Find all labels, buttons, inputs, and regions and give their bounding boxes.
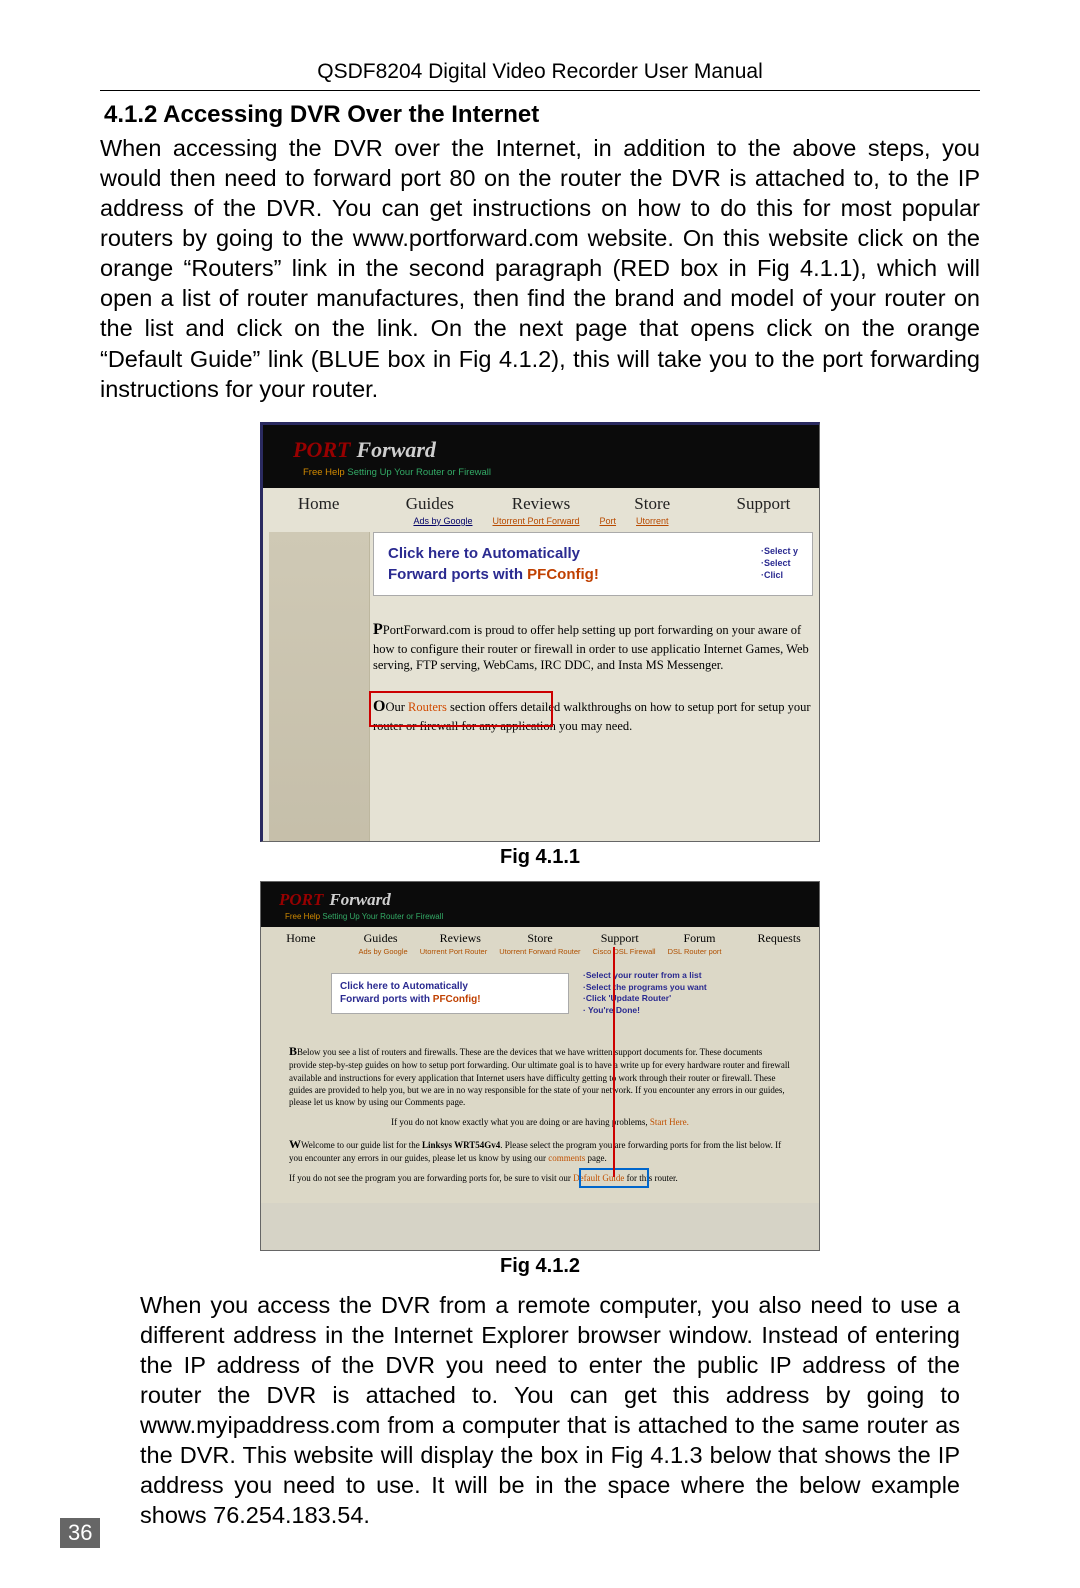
figure-4-1-1: PORT Forward Free Help Setting Up Your R… bbox=[260, 422, 820, 869]
promo-line-1: Click here to Automatically bbox=[388, 545, 580, 562]
paragraph-2: When you access the DVR from a remote co… bbox=[140, 1290, 960, 1531]
nav2-support[interactable]: Support bbox=[580, 931, 660, 946]
pf-tagline: Free Help Setting Up Your Router or Fire… bbox=[263, 467, 819, 488]
page-number: 36 bbox=[60, 1518, 100, 1548]
sub2-1[interactable]: Utorrent Port Router bbox=[420, 947, 488, 956]
pf2-t2a: If you do not know exactly what you are … bbox=[391, 1117, 650, 1127]
nav-home[interactable]: Home bbox=[263, 494, 374, 514]
pf-logo: PORT Forward bbox=[263, 425, 819, 467]
pf-tag-rest: Setting Up Your Router or Firewall bbox=[347, 467, 491, 478]
pf2-router-model: Linksys WRT54Gv4 bbox=[422, 1140, 500, 1150]
pf2-steps: ·Select your router from a list ·Select … bbox=[583, 970, 707, 1018]
fig-4-1-2-screenshot: PORT Forward Free Help Setting Up Your R… bbox=[260, 881, 820, 1251]
pf-logo-port: PORT bbox=[293, 437, 350, 463]
pf2-logo-forward: Forward bbox=[329, 890, 390, 910]
fig-4-1-1-screenshot: PORT Forward Free Help Setting Up Your R… bbox=[260, 422, 820, 842]
pf-tag-free: Free Help bbox=[303, 467, 345, 478]
nav2-store[interactable]: Store bbox=[500, 931, 580, 946]
sub2-3[interactable]: Cisco DSL Firewall bbox=[593, 947, 656, 956]
pf2-t4c: for this router. bbox=[624, 1173, 678, 1183]
pf2-t4: If you do not see the program you are fo… bbox=[289, 1172, 791, 1184]
default-guide-link[interactable]: Default Guide bbox=[573, 1172, 624, 1184]
pf2-t3e: page. bbox=[585, 1153, 607, 1163]
manual-header: QSDF8204 Digital Video Recorder User Man… bbox=[100, 60, 980, 84]
nav2-requests[interactable]: Requests bbox=[739, 931, 819, 946]
pf-subnav: Ads by Google Utorrent Port Forward Port… bbox=[263, 514, 819, 532]
nav-reviews[interactable]: Reviews bbox=[485, 494, 596, 514]
header-rule bbox=[100, 90, 980, 91]
nav2-guides[interactable]: Guides bbox=[341, 931, 421, 946]
pf-logo-forward: Forward bbox=[356, 437, 435, 463]
fig-4-1-1-caption: Fig 4.1.1 bbox=[260, 846, 820, 869]
sub2-0: Ads by Google bbox=[358, 947, 407, 956]
pf2-nav: Home Guides Reviews Store Support Forum … bbox=[261, 927, 819, 946]
paragraph-1: When accessing the DVR over the Internet… bbox=[100, 133, 980, 404]
pf-promo-box[interactable]: Click here to Automatically Forward port… bbox=[373, 532, 813, 596]
pf2-t3: WWelcome to our guide list for the Links… bbox=[289, 1136, 791, 1164]
nav-store[interactable]: Store bbox=[597, 494, 708, 514]
start-here-link[interactable]: Start Here. bbox=[650, 1117, 689, 1127]
pf2-subnav: Ads by Google Utorrent Port Router Utorr… bbox=[261, 946, 819, 960]
pf2-logo-port: PORT bbox=[279, 890, 323, 910]
pf2-tagline: Free Help Setting Up Your Router or Fire… bbox=[261, 912, 819, 927]
pf2-text-block: BBelow you see a list of routers and fir… bbox=[261, 1033, 819, 1202]
pf2-promo-box[interactable]: Click here to Automatically Forward port… bbox=[331, 973, 569, 1014]
ads-label: Ads by Google bbox=[413, 516, 472, 526]
nav-guides[interactable]: Guides bbox=[374, 494, 485, 514]
pf-promo-side: ·Select y ·Select ·Clicl bbox=[761, 546, 798, 581]
pf-p2a: Our bbox=[385, 700, 408, 714]
fig-4-1-2-caption: Fig 4.1.2 bbox=[260, 1255, 820, 1278]
pf2-t3a: Welcome to our guide list for the bbox=[301, 1140, 422, 1150]
nav-support[interactable]: Support bbox=[708, 494, 819, 514]
pf2-promo-l1: Click here to Automatically bbox=[340, 981, 468, 992]
pf2-promo-row: Click here to Automatically Forward port… bbox=[261, 960, 819, 1034]
ad-link-2[interactable]: Port bbox=[600, 516, 617, 526]
promo-line-2a: Forward ports with bbox=[388, 566, 527, 583]
promo-pfconfig: PFConfig! bbox=[527, 566, 599, 583]
nav2-reviews[interactable]: Reviews bbox=[420, 931, 500, 946]
ad-link-1[interactable]: Utorrent Port Forward bbox=[492, 516, 579, 526]
pf2-t4a: If you do not see the program you are fo… bbox=[289, 1173, 573, 1183]
pf2-logo: PORT Forward bbox=[261, 882, 819, 912]
sub2-2[interactable]: Utorrent Forward Router bbox=[499, 947, 580, 956]
pf2-t1-text: Below you see a list of routers and fire… bbox=[289, 1047, 790, 1107]
pf2-promo-l2a: Forward ports with bbox=[340, 994, 433, 1005]
pf2-t2: If you do not know exactly what you are … bbox=[289, 1116, 791, 1128]
pf-sidebar bbox=[269, 532, 370, 842]
pf-p1-text: PortForward.com is proud to offer help s… bbox=[373, 623, 809, 672]
pf-nav: Home Guides Reviews Store Support bbox=[263, 488, 819, 514]
pf-promo-main: Click here to Automatically Forward port… bbox=[388, 543, 751, 585]
pf2-pfconfig: PFConfig! bbox=[433, 994, 481, 1005]
nav2-home[interactable]: Home bbox=[261, 931, 341, 946]
pf2-tag-free: Free Help bbox=[285, 912, 320, 921]
pf-paragraph-1: PPortForward.com is proud to offer help … bbox=[373, 620, 813, 673]
figure-4-1-2: PORT Forward Free Help Setting Up Your R… bbox=[260, 881, 820, 1278]
comments-link[interactable]: comments bbox=[548, 1153, 585, 1163]
ad-link-3[interactable]: Utorrent bbox=[636, 516, 669, 526]
pf-paragraph-2: OOur Routers section offers detailed wal… bbox=[373, 697, 813, 734]
pf2-t1: BBelow you see a list of routers and fir… bbox=[289, 1043, 791, 1108]
pf-body: Click here to Automatically Forward port… bbox=[263, 532, 819, 842]
section-title: 4.1.2 Accessing DVR Over the Internet bbox=[104, 101, 980, 129]
manual-page: QSDF8204 Digital Video Recorder User Man… bbox=[0, 0, 1080, 1588]
nav2-forum[interactable]: Forum bbox=[660, 931, 740, 946]
pf2-tag-rest: Setting Up Your Router or Firewall bbox=[322, 912, 443, 921]
sub2-4[interactable]: DSL Router port bbox=[668, 947, 722, 956]
routers-link[interactable]: Routers bbox=[408, 700, 447, 714]
